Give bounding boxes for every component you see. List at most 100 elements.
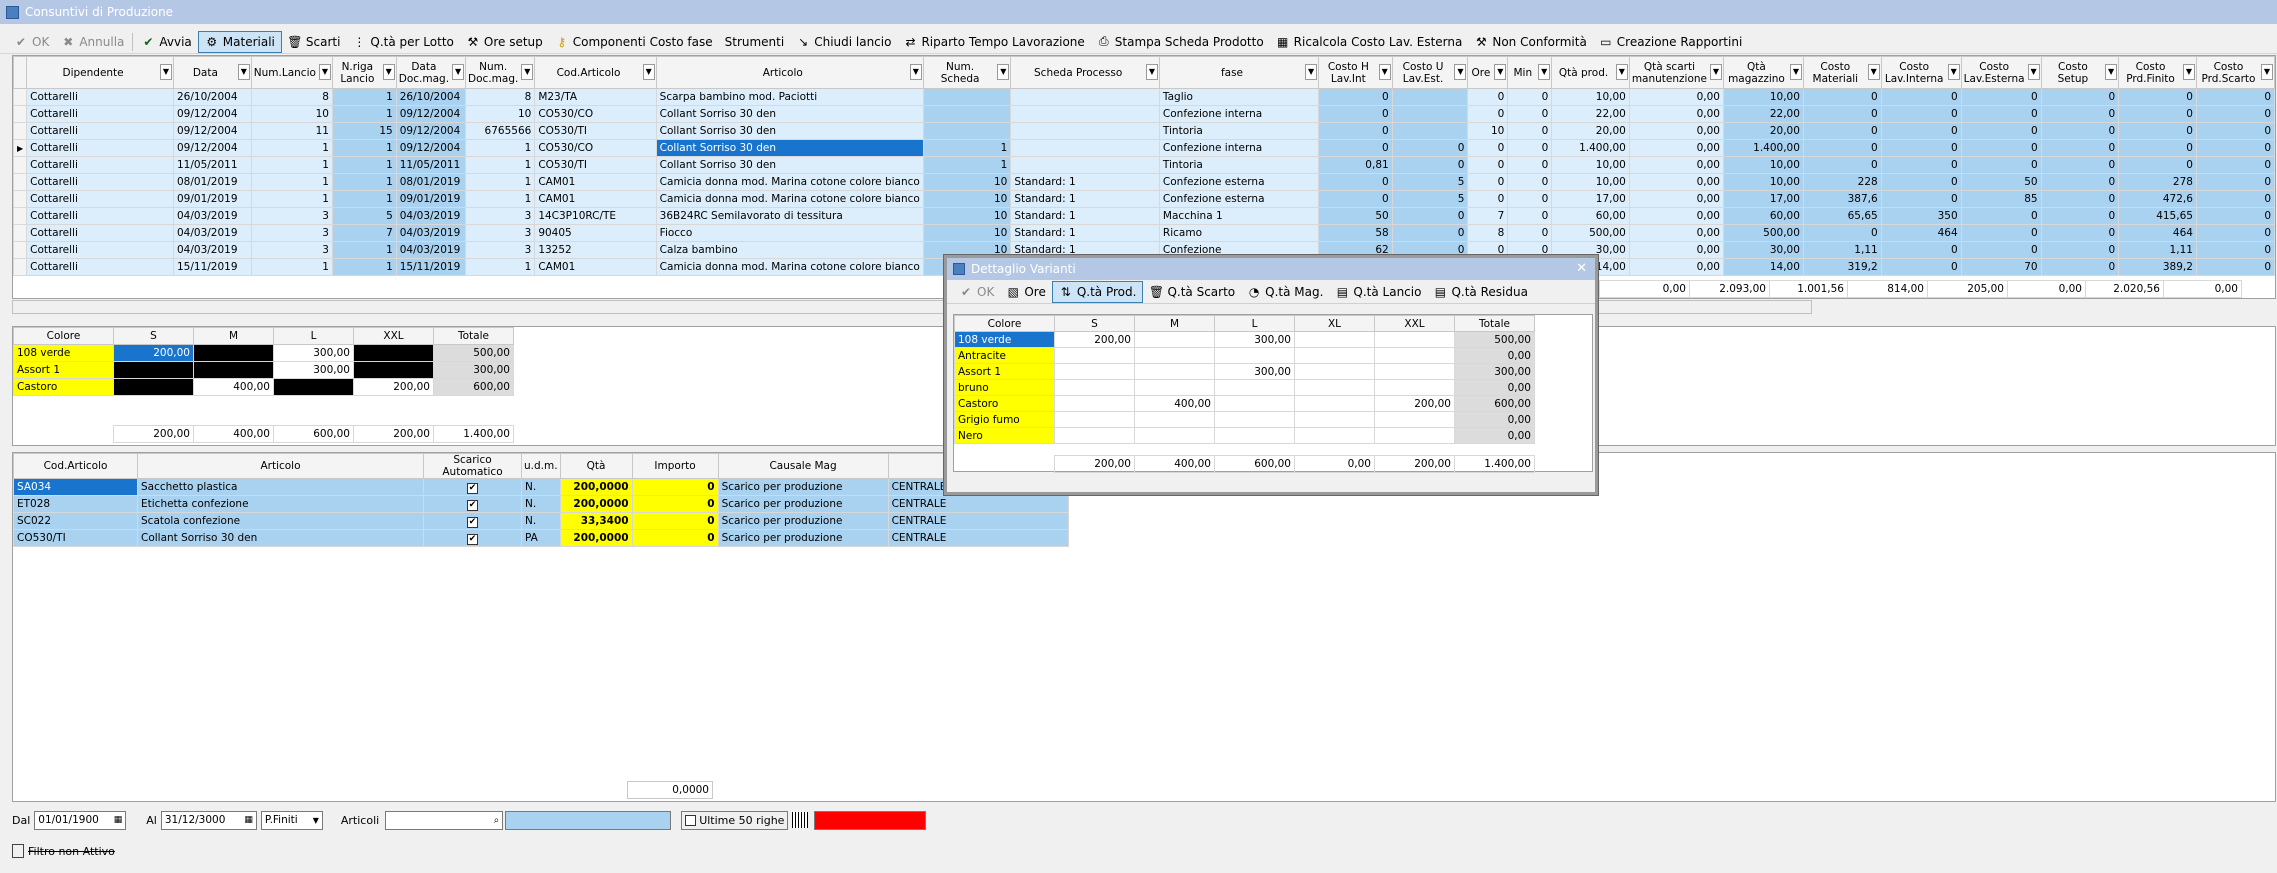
table-cell[interactable]: Confezione interna [1158,139,1320,157]
table-cell[interactable]: Confezione esterna [1158,190,1320,208]
table-cell[interactable]: 3 [465,241,536,259]
table-cell[interactable]: 0 [1880,156,1962,174]
dialog-cell[interactable] [1214,395,1295,412]
table-cell[interactable]: 0 [1960,156,2042,174]
row-header[interactable]: ▶ [13,139,28,157]
table-cell[interactable]: 10 [465,105,536,123]
table-cell[interactable]: 0,00 [1628,241,1725,259]
materials-row[interactable]: SA034 Sacchetto plastica ✔ N. 200,0000 0 Scari… [13,478,1069,496]
table-cell[interactable]: M23/TA [534,88,657,106]
chevron-down-icon[interactable]: ▼ [2105,64,2118,80]
chevron-down-icon[interactable]: ▼ [1867,64,1880,80]
table-cell[interactable]: 0 [1507,105,1553,123]
table-cell[interactable]: 0 [1880,190,1962,208]
table-cell[interactable]: 0 [1507,88,1553,106]
dialog-cell[interactable] [1294,331,1375,348]
table-cell[interactable]: 0 [1960,139,2042,157]
chevron-down-icon[interactable]: ▼ [382,64,395,80]
table-cell[interactable] [922,88,1012,106]
dialog-cell[interactable] [1294,363,1375,380]
size-cell[interactable] [353,344,434,362]
dialog-cell[interactable]: 0,00 [1454,347,1535,364]
table-cell[interactable]: 22,00 [1551,105,1630,123]
table-cell[interactable]: 0,00 [1628,190,1725,208]
size-cell[interactable]: 200,00 [353,378,434,396]
table-cell[interactable]: 10 [922,224,1012,242]
table-cell[interactable]: 0 [2118,139,2197,157]
dialog-cell[interactable] [1214,427,1295,444]
column-header[interactable]: Articolo ▼ [655,56,924,89]
table-row[interactable]: Cottarelli 09/01/2019 1 1 09/01/2019 1 CAM01 Ca… [13,190,2275,208]
table-cell[interactable]: 0 [1318,122,1393,140]
table-cell[interactable] [1010,105,1160,123]
size-cell[interactable]: 300,00 [273,344,354,362]
table-cell[interactable] [1010,122,1160,140]
table-cell[interactable]: 228 [1802,173,1882,191]
table-cell[interactable]: 0,81 [1318,156,1393,174]
table-cell[interactable]: 5 [1391,173,1469,191]
table-cell[interactable]: 0 [1391,139,1469,157]
table-cell[interactable]: 5 [331,207,397,225]
chevron-down-icon[interactable]: ▼ [1710,64,1722,80]
dialog-cell[interactable] [1134,411,1215,428]
size-cell[interactable]: Assort 1 [13,361,114,379]
column-header[interactable]: Ore ▼ [1467,56,1509,89]
table-cell[interactable]: 10 [922,190,1012,208]
table-cell[interactable]: 1 [922,139,1012,157]
dialog-cell[interactable]: 300,00 [1454,363,1535,380]
table-cell[interactable]: 464 [2118,224,2197,242]
table-cell[interactable]: 0 [2040,122,2120,140]
checkbox[interactable]: ✔ [467,482,478,494]
column-header[interactable]: Qtà scarti manutenzione ▼ [1628,56,1725,89]
table-cell[interactable]: 14C3P10RC/TE [534,207,657,225]
table-cell[interactable]: 0 [2040,105,2120,123]
table-cell[interactable]: 500,00 [1551,224,1630,242]
row-header[interactable] [13,190,28,208]
calendar-icon[interactable]: ▦ [114,815,123,825]
table-cell[interactable]: 0 [2040,190,2120,208]
row-header[interactable] [13,241,28,259]
table-cell[interactable]: Calza bambino [655,241,924,259]
table-cell[interactable]: 0 [2195,207,2275,225]
table-cell[interactable]: 1 [250,190,333,208]
table-cell[interactable]: 0,00 [1628,224,1725,242]
table-cell[interactable]: 0 [1960,122,2042,140]
materials-cell[interactable]: Scatola confezione [137,512,424,530]
size-cell[interactable]: 200,00 [113,344,194,362]
table-cell[interactable]: 04/03/2019 [395,207,467,225]
calendar-icon[interactable]: ▦ [244,815,253,825]
dialog-cell[interactable] [1054,427,1135,444]
qta-scarto-button[interactable]: 🗑 Q.tà Scarto [1143,281,1241,303]
table-cell[interactable]: 0 [2118,156,2197,174]
table-cell[interactable]: 10,00 [1551,156,1630,174]
table-cell[interactable]: 1 [331,190,397,208]
avvia-button[interactable]: ✔ Avvia [135,31,197,53]
table-cell[interactable]: 0 [1507,156,1553,174]
table-cell[interactable]: 20,00 [1723,122,1804,140]
table-cell[interactable]: 11/05/2011 [395,156,467,174]
stampa-button[interactable]: ⎙ Stampa Scheda Prodotto [1091,31,1270,53]
table-cell[interactable]: 15/11/2019 [395,258,467,276]
table-cell[interactable]: 0 [2118,105,2197,123]
materials-cell[interactable]: 200,0000 [559,478,633,496]
dialog-cell[interactable] [1294,411,1375,428]
table-cell[interactable]: 26/10/2004 [172,88,252,106]
table-cell[interactable]: 0 [1802,139,1882,157]
ricalcola-button[interactable]: ▦ Ricalcola Costo Lav. Esterna [1270,31,1469,53]
table-cell[interactable]: 0 [2195,173,2275,191]
dialog-cell[interactable]: 300,00 [1214,331,1295,348]
table-cell[interactable]: 3 [465,207,536,225]
table-cell[interactable]: Cottarelli [26,122,174,140]
table-cell[interactable]: 0 [2040,173,2120,191]
dialog-cell[interactable]: 0,00 [1454,427,1535,444]
table-cell[interactable]: 0 [1880,122,1962,140]
riparto-button[interactable]: ⇄ Riparto Tempo Lavorazione [897,31,1090,53]
table-cell[interactable]: 0 [2195,139,2275,157]
column-header[interactable]: Cod.Articolo ▼ [534,56,657,89]
table-row[interactable]: Cottarelli 09/12/2004 11 15 09/12/2004 676556… [13,122,2275,140]
size-cell[interactable]: 500,00 [433,344,514,362]
table-cell[interactable]: 0 [1467,139,1509,157]
table-cell[interactable]: CAM01 [534,258,657,276]
auto-scarico-cell[interactable]: ✔ [423,529,522,547]
table-cell[interactable]: 0 [1318,190,1393,208]
